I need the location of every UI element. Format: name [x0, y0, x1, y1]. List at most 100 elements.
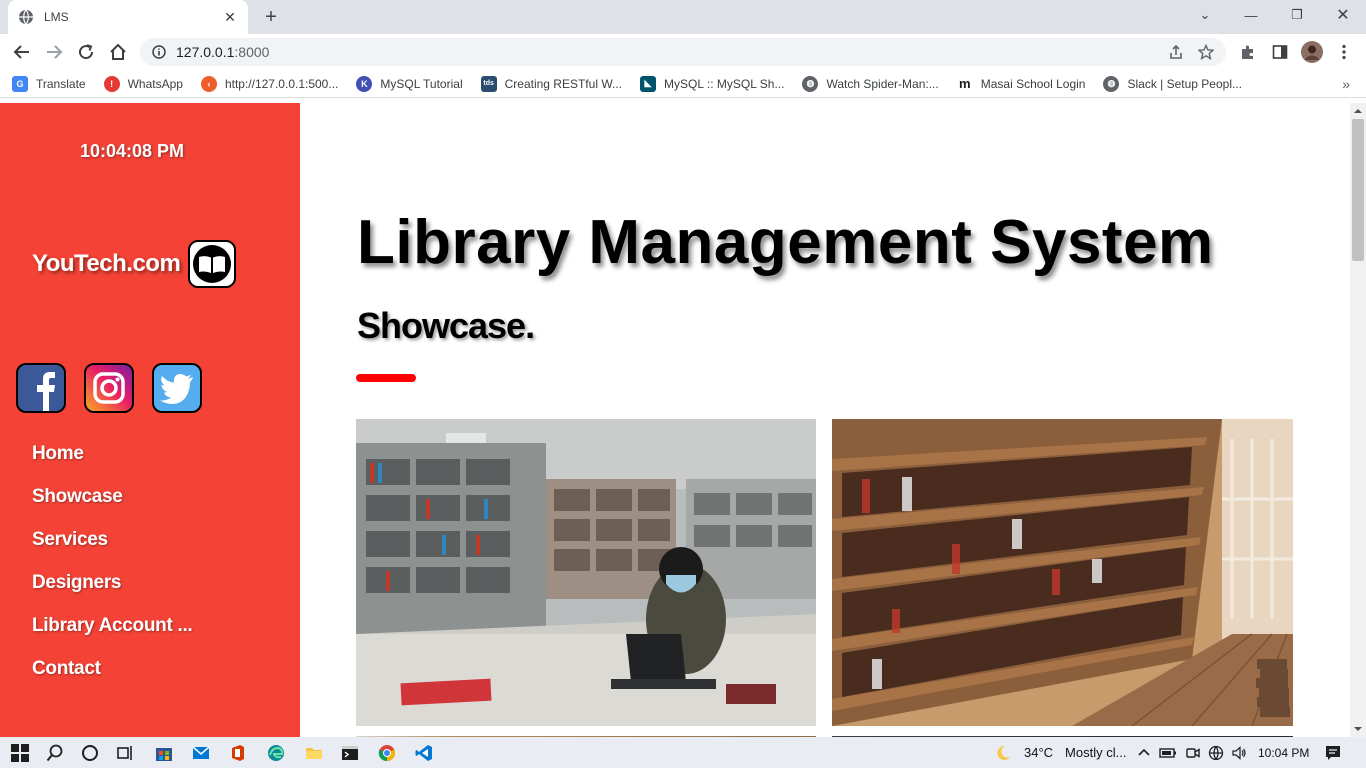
file-explorer-icon[interactable] [302, 741, 326, 765]
mysql-icon: ◣ [639, 75, 656, 92]
edge-icon[interactable] [264, 741, 288, 765]
page-scrollbar[interactable] [1350, 103, 1366, 737]
bookmark-item[interactable]: m Masai School Login [956, 75, 1086, 92]
office-icon[interactable] [226, 741, 250, 765]
weather-widget[interactable]: 34°C Mostly cl... [994, 737, 1126, 768]
twitter-icon[interactable] [152, 363, 202, 413]
close-tab-icon[interactable]: ✕ [222, 9, 238, 26]
sidebar: 10:04:08 PM YouTech.com Home Showcase Se… [0, 103, 300, 737]
browser-tab[interactable]: LMS ✕ [8, 0, 248, 34]
page-title: Library Management System [357, 208, 1214, 277]
forward-arrow-icon [47, 45, 63, 59]
forward-button[interactable] [42, 40, 66, 64]
store-icon[interactable] [152, 741, 176, 765]
clock: 10:04:08 PM [79, 141, 185, 161]
tab-search-chevron-icon[interactable]: ⌄ [1182, 0, 1228, 30]
cortana-icon[interactable] [78, 741, 102, 765]
tab-title: LMS [44, 10, 69, 24]
social-links [16, 363, 220, 413]
network-globe-icon[interactable] [1208, 737, 1224, 768]
task-view-icon[interactable] [113, 741, 137, 765]
extensions-button[interactable] [1236, 40, 1260, 64]
weather-condition: Mostly cl... [1065, 745, 1127, 760]
home-icon [110, 43, 126, 60]
notification-icon[interactable] [1324, 737, 1342, 768]
bookmark-label: Slack | Setup Peopl... [1127, 76, 1242, 91]
bookmark-label: MySQL :: MySQL Sh... [663, 76, 785, 91]
volume-icon[interactable] [1231, 737, 1247, 768]
bookmark-item[interactable]: ◍ Slack | Setup Peopl... [1103, 75, 1242, 92]
bookmark-item[interactable]: ! WhatsApp [103, 75, 183, 92]
nav-home[interactable]: Home [32, 439, 192, 482]
instagram-icon[interactable] [84, 363, 134, 413]
section-title: Showcase. [357, 305, 535, 346]
moon-icon [997, 745, 1010, 760]
site-info-icon[interactable] [152, 45, 166, 59]
reload-icon [79, 44, 94, 60]
bookmark-item[interactable]: tds Creating RESTful W... [480, 75, 622, 92]
address-bar[interactable]: 127.0.0.1:8000 [140, 38, 1226, 66]
more-bookmarks-chevron-icon[interactable]: » [1342, 76, 1350, 92]
nav-designers[interactable]: Designers [32, 568, 192, 611]
share-icon[interactable] [1168, 44, 1184, 60]
nav-showcase[interactable]: Showcase [32, 482, 192, 525]
puzzle-icon [1242, 45, 1253, 59]
scrollbar-thumb[interactable] [1352, 119, 1364, 261]
brand[interactable]: YouTech.com [32, 240, 237, 288]
codeigniter-icon: ‹ [200, 75, 217, 92]
windows-start-icon[interactable] [8, 741, 32, 765]
restore-button[interactable]: ❐ [1274, 0, 1320, 30]
reload-button[interactable] [74, 40, 98, 64]
bookmark-item[interactable]: ◣ MySQL :: MySQL Sh... [639, 75, 785, 92]
side-panel-button[interactable] [1268, 40, 1292, 64]
bookshelves-photo [832, 419, 1293, 726]
page-viewport: 10:04:08 PM YouTech.com Home Showcase Se… [0, 103, 1366, 737]
back-button[interactable] [10, 40, 34, 64]
bookmark-label: Watch Spider-Man:... [826, 76, 939, 91]
kebab-menu-icon [1342, 44, 1346, 60]
nav-services[interactable]: Services [32, 525, 192, 568]
chrome-icon[interactable] [375, 741, 399, 765]
tray-chevron-up-icon[interactable] [1137, 737, 1151, 768]
mail-icon[interactable] [189, 741, 213, 765]
vscode-icon[interactable] [412, 741, 436, 765]
search-icon[interactable] [43, 741, 67, 765]
facebook-icon[interactable] [16, 363, 66, 413]
scroll-down-arrow-icon[interactable] [1350, 722, 1366, 736]
google-translate-icon: G [12, 75, 28, 92]
url-text: 127.0.0.1:8000 [176, 44, 269, 60]
book-icon [188, 240, 237, 288]
scroll-up-arrow-icon[interactable] [1350, 104, 1366, 118]
back-arrow-icon [13, 45, 29, 59]
side-panel-icon [1272, 45, 1288, 59]
main-content: Library Management System Showcase. [300, 103, 1350, 737]
minimize-button[interactable]: — [1228, 0, 1274, 30]
bookmark-item[interactable]: ‹ http://127.0.0.1:500... [200, 75, 339, 92]
close-window-button[interactable]: ✕ [1320, 0, 1366, 30]
windows-taskbar: 34°C Mostly cl... 10:04 PM [0, 737, 1366, 768]
bookmark-item[interactable]: ◍ Watch Spider-Man:... [802, 75, 939, 92]
taskbar-clock[interactable]: 10:04 PM [1258, 737, 1309, 768]
home-button[interactable] [106, 40, 130, 64]
bookmark-label: Translate [36, 76, 86, 91]
browser-menu-button[interactable] [1332, 40, 1356, 64]
nav-contact[interactable]: Contact [32, 654, 192, 697]
globe-icon: ◍ [1103, 75, 1120, 92]
nav-library-account[interactable]: Library Account ... [32, 611, 193, 654]
terminal-icon[interactable] [338, 741, 362, 765]
sidebar-nav: Home Showcase Services Designers Library… [32, 439, 193, 697]
bookmark-label: Masai School Login [980, 76, 1086, 91]
bookmark-label: MySQL Tutorial [380, 76, 463, 91]
bookmark-label: WhatsApp [127, 76, 183, 91]
battery-icon[interactable] [1159, 737, 1177, 768]
bookmark-item[interactable]: K MySQL Tutorial [356, 75, 463, 92]
browser-toolbar: 127.0.0.1:8000 [0, 34, 1366, 70]
weather-temperature: 34°C [1024, 745, 1054, 760]
accent-underline [356, 374, 416, 382]
meet-now-icon[interactable] [1185, 737, 1201, 768]
new-tab-button[interactable]: + [260, 6, 282, 28]
bookmark-star-icon[interactable] [1198, 44, 1214, 60]
bookmark-label: http://127.0.0.1:500... [224, 76, 339, 91]
profile-avatar[interactable] [1300, 40, 1324, 64]
bookmark-item[interactable]: G Translate [12, 75, 86, 92]
